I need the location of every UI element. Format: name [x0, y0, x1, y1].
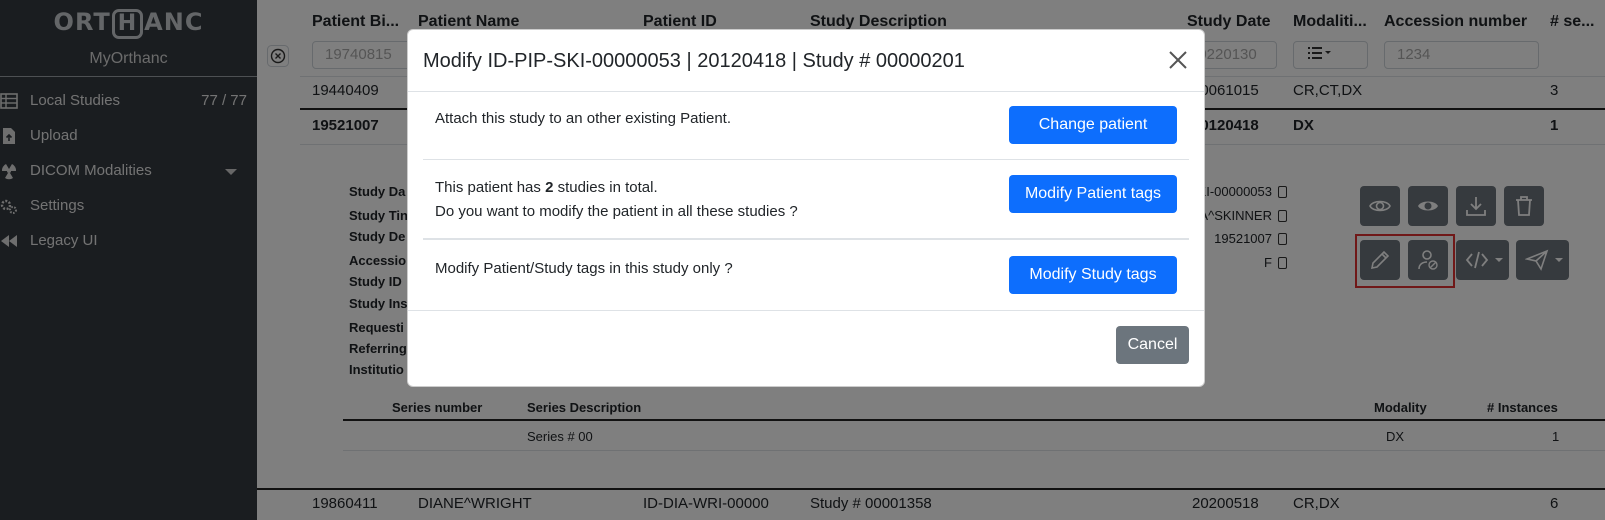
modal-header-divider: [408, 91, 1204, 92]
modify-all-question: Do you want to modify the patient in all…: [435, 203, 798, 220]
section-divider: [423, 159, 1189, 160]
modal-title: Modify ID-PIP-SKI-00000053 | 20120418 | …: [423, 50, 965, 72]
change-patient-button[interactable]: Change patient: [1009, 106, 1177, 144]
modify-this-study-text: Modify Patient/Study tags in this study …: [435, 260, 733, 277]
patient-studies-text: This patient has 2 studies in total.: [435, 179, 658, 196]
cancel-button[interactable]: Cancel: [1116, 326, 1189, 364]
modify-study-modal: Modify ID-PIP-SKI-00000053 | 20120418 | …: [407, 29, 1205, 387]
section-divider: [423, 238, 1189, 240]
modal-footer-divider: [408, 310, 1204, 311]
modify-study-tags-button[interactable]: Modify Study tags: [1009, 256, 1177, 294]
modify-patient-tags-button[interactable]: Modify Patient tags: [1009, 175, 1177, 213]
close-icon[interactable]: [1168, 50, 1188, 70]
attach-study-text: Attach this study to an other existing P…: [435, 110, 732, 127]
